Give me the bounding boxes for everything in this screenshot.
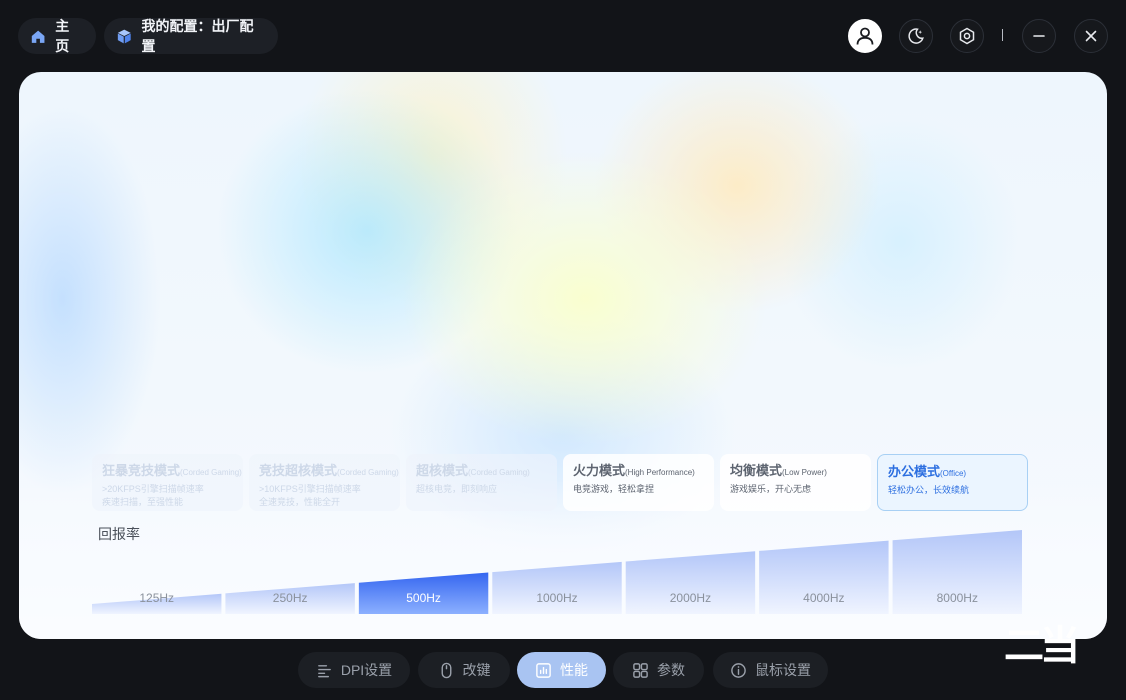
tab-label: 鼠标设置 — [755, 662, 811, 678]
mode-name: 办公模式(Office) — [888, 464, 967, 479]
mode-name: 超核模式(Corded Gaming) — [416, 463, 530, 478]
mode-name: 均衡模式(Low Power) — [730, 463, 827, 478]
mode-desc-line: 全速竞技，性能全开 — [259, 497, 341, 507]
home-button[interactable]: 主页 — [18, 18, 96, 54]
watermark-logo: 二当 — [1004, 624, 1104, 668]
home-label: 主页 — [55, 18, 70, 54]
mode-desc-line: 轻松办公，长效续航 — [888, 485, 970, 495]
cube-icon — [117, 29, 131, 43]
close-button[interactable] — [1074, 19, 1108, 53]
polling-rate-label-text: 250Hz — [273, 591, 308, 605]
mode-card-frenzy-gaming[interactable]: 狂暴竞技模式(Corded Gaming) >20KFPS引擎扫描帧速率 疾速扫… — [92, 454, 243, 511]
performance-panel: 狂暴竞技模式(Corded Gaming) >20KFPS引擎扫描帧速率 疾速扫… — [19, 72, 1107, 639]
mouse-icon — [441, 662, 451, 678]
mode-desc-line: 疾速扫描，至强性能 — [102, 497, 184, 507]
mode-card-ultra-core[interactable]: 超核模式(Corded Gaming) 超核电竞，即刻响应 — [406, 454, 557, 511]
watermark-text: 二当 — [1004, 623, 1080, 669]
tab-parameters[interactable]: 参数 — [613, 652, 704, 688]
bottom-nav: DPI设置 改键 性能 参数 鼠标设置 — [0, 652, 1126, 688]
config-label: 我的配置：出厂配置 — [141, 18, 254, 54]
mode-card-balanced[interactable]: 均衡模式(Low Power) 游戏娱乐，开心无虑 — [720, 454, 871, 511]
close-icon — [1085, 30, 1097, 42]
mode-card-high-performance[interactable]: 火力模式(High Performance) 电竞游戏，轻松拿捏 — [563, 454, 714, 511]
polling-rate-label-text: 8000Hz — [937, 591, 978, 605]
dpi-sliders-icon — [317, 664, 331, 677]
mode-desc-line: >20KFPS引擎扫描帧速率 — [102, 484, 204, 494]
polling-rate-option-250hz[interactable]: 250Hz — [225, 583, 355, 614]
minimize-button[interactable] — [1022, 19, 1056, 53]
tab-label: 性能 — [560, 662, 588, 678]
minimize-icon — [1033, 35, 1045, 37]
tab-dpi-settings[interactable]: DPI设置 — [298, 652, 410, 688]
title-bar-separator — [1002, 29, 1003, 41]
mode-name: 竞技超核模式(Corded Gaming) — [259, 463, 399, 478]
polling-rate-label-text: 125Hz — [139, 591, 174, 605]
grid-params-icon — [633, 662, 648, 678]
polling-rate-label-text: 500Hz — [406, 591, 441, 605]
moon-icon — [908, 28, 924, 44]
mode-desc-line: 电竞游戏，轻松拿捏 — [573, 484, 655, 494]
home-icon — [31, 30, 45, 43]
settings-button[interactable] — [950, 19, 984, 53]
polling-rate-label-text: 1000Hz — [536, 591, 577, 605]
mode-name: 狂暴竞技模式(Corded Gaming) — [102, 463, 242, 478]
config-selector-button[interactable]: 我的配置：出厂配置 — [104, 18, 278, 54]
user-avatar-button[interactable] — [848, 19, 882, 53]
tab-label: 改键 — [462, 662, 491, 678]
mode-desc-line: >10KFPS引擎扫描帧速率 — [259, 484, 361, 494]
mode-name: 火力模式(High Performance) — [573, 463, 695, 478]
user-icon — [856, 27, 874, 45]
polling-rate-option-4000hz[interactable]: 4000Hz — [759, 540, 889, 614]
tab-key-remap[interactable]: 改键 — [418, 652, 510, 688]
mode-card-office[interactable]: 办公模式(Office) 轻松办公，长效续航 — [877, 454, 1028, 511]
mode-desc-line: 游戏娱乐，开心无虑 — [730, 484, 812, 494]
performance-chart-icon — [536, 662, 551, 678]
polling-rate-selector: 125Hz 250Hz 500Hz 1000Hz 2000Hz 4000Hz 8000Hz — [92, 530, 1022, 614]
polling-rate-option-1000hz[interactable]: 1000Hz — [492, 561, 622, 614]
polling-rate-option-2000hz[interactable]: 2000Hz — [625, 551, 756, 614]
polling-rate-label-text: 4000Hz — [803, 591, 844, 605]
theme-toggle-button[interactable] — [899, 19, 933, 53]
title-bar: 主页 我的配置：出厂配置 — [0, 0, 1126, 72]
tab-mouse-settings[interactable]: 鼠标设置 — [713, 652, 828, 688]
performance-mode-list: 狂暴竞技模式(Corded Gaming) >20KFPS引擎扫描帧速率 疾速扫… — [92, 454, 1029, 511]
tab-performance[interactable]: 性能 — [517, 652, 606, 688]
mode-desc-line: 超核电竞，即刻响应 — [416, 484, 498, 494]
tab-label: DPI设置 — [340, 662, 393, 678]
polling-rate-option-8000hz[interactable]: 8000Hz — [892, 530, 1022, 614]
polling-rate-label-text: 2000Hz — [670, 591, 711, 605]
tab-label: 参数 — [657, 662, 685, 678]
mode-card-competitive-ultra[interactable]: 竞技超核模式(Corded Gaming) >10KFPS引擎扫描帧速率 全速竞… — [249, 454, 400, 511]
info-circle-icon — [731, 662, 746, 678]
polling-rate-option-500hz[interactable]: 500Hz — [358, 572, 489, 614]
polling-rate-option-125hz[interactable]: 125Hz — [92, 591, 222, 614]
polling-rate-bar — [492, 561, 622, 614]
hexagon-settings-icon — [959, 27, 975, 45]
